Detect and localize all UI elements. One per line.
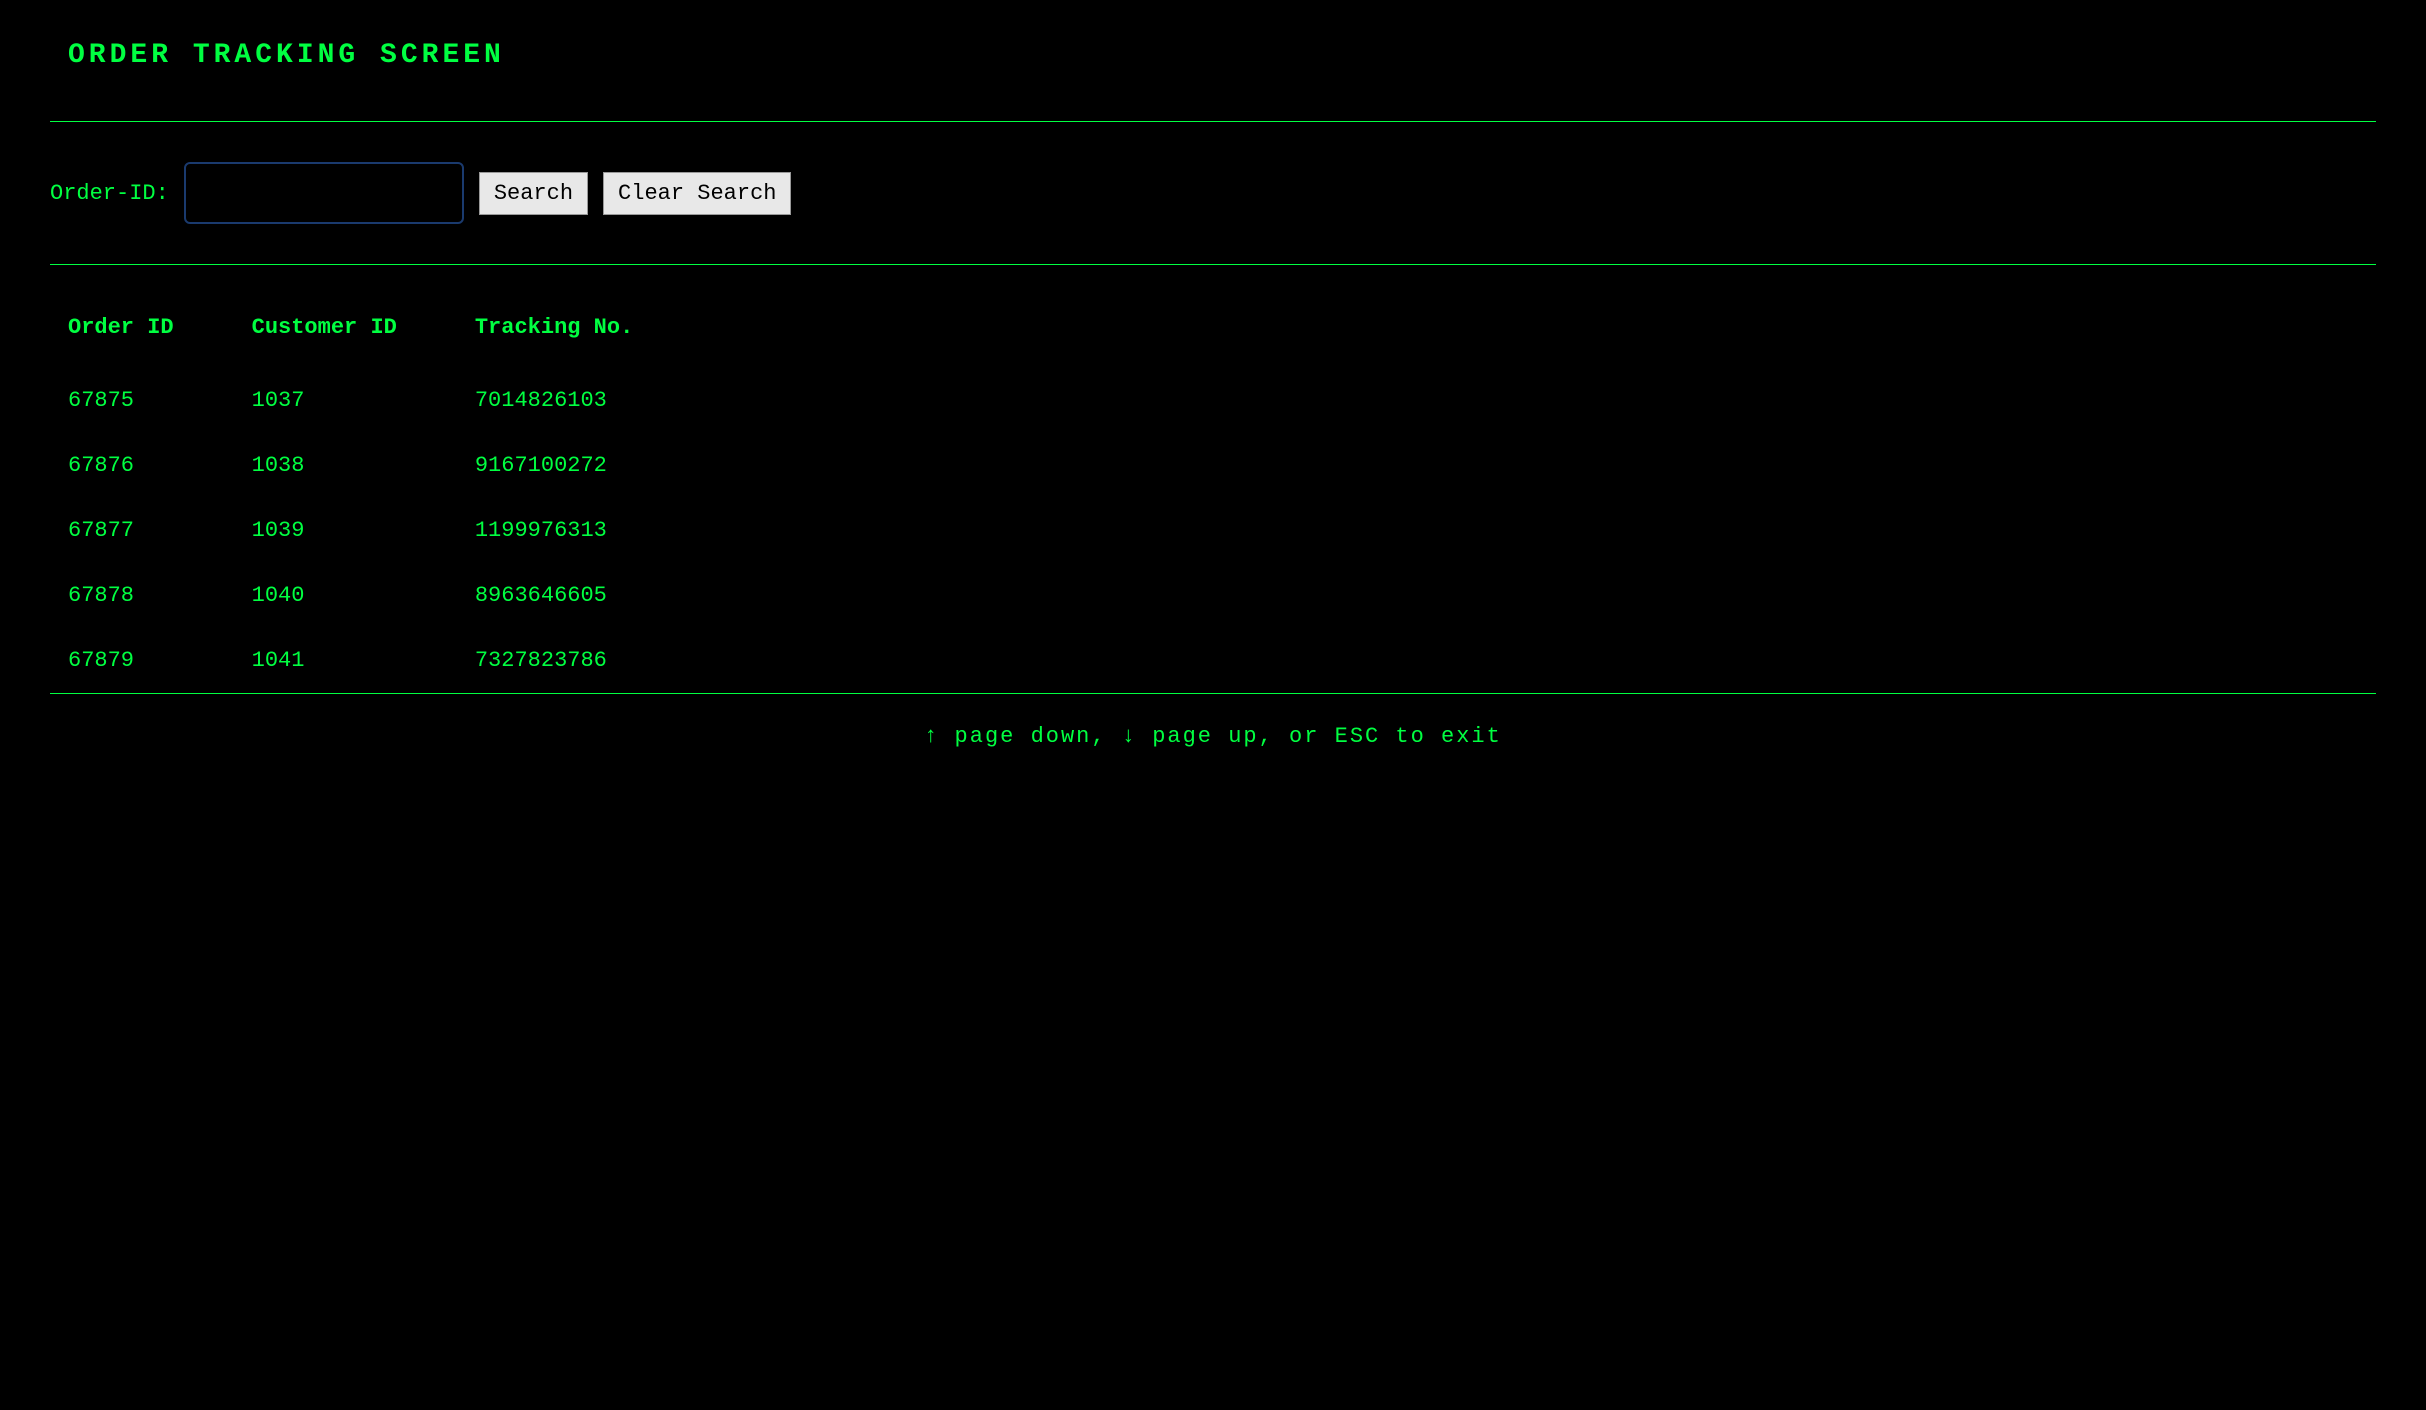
cell-order-id: 67879 — [50, 628, 234, 693]
cell-tracking-no: 8963646605 — [457, 563, 693, 628]
cell-tracking-no: 7327823786 — [457, 628, 693, 693]
cell-tracking-no: 9167100272 — [457, 433, 693, 498]
table-row: 6787810408963646605 — [50, 563, 693, 628]
clear-search-button[interactable]: Clear Search — [603, 172, 791, 215]
search-row: Order-ID: Search Clear Search — [50, 122, 2376, 264]
table-row: 6787610389167100272 — [50, 433, 693, 498]
cell-tracking-no: 1199976313 — [457, 498, 693, 563]
divider-bottom — [50, 693, 2376, 694]
search-label: Order-ID: — [50, 181, 169, 206]
cell-customer-id: 1040 — [234, 563, 457, 628]
table-row: 6787910417327823786 — [50, 628, 693, 693]
order-id-input[interactable] — [184, 162, 464, 224]
col-customer-id: Customer ID — [234, 295, 457, 368]
order-table-wrap: Order ID Customer ID Tracking No. 678751… — [50, 295, 2376, 693]
cell-customer-id: 1038 — [234, 433, 457, 498]
search-button[interactable]: Search — [479, 172, 588, 215]
footer-hint: ↑ page down, ↓ page up, or ESC to exit — [50, 724, 2376, 749]
order-table: Order ID Customer ID Tracking No. 678751… — [50, 295, 693, 693]
page-title: ORDER TRACKING SCREEN — [50, 40, 2376, 71]
table-header-row: Order ID Customer ID Tracking No. — [50, 295, 693, 368]
cell-customer-id: 1039 — [234, 498, 457, 563]
cell-order-id: 67878 — [50, 563, 234, 628]
cell-order-id: 67876 — [50, 433, 234, 498]
col-tracking-no: Tracking No. — [457, 295, 693, 368]
cell-tracking-no: 7014826103 — [457, 368, 693, 433]
divider-mid — [50, 264, 2376, 265]
cell-order-id: 67877 — [50, 498, 234, 563]
cell-customer-id: 1037 — [234, 368, 457, 433]
col-order-id: Order ID — [50, 295, 234, 368]
table-row: 6787710391199976313 — [50, 498, 693, 563]
cell-order-id: 67875 — [50, 368, 234, 433]
cell-customer-id: 1041 — [234, 628, 457, 693]
table-row: 6787510377014826103 — [50, 368, 693, 433]
